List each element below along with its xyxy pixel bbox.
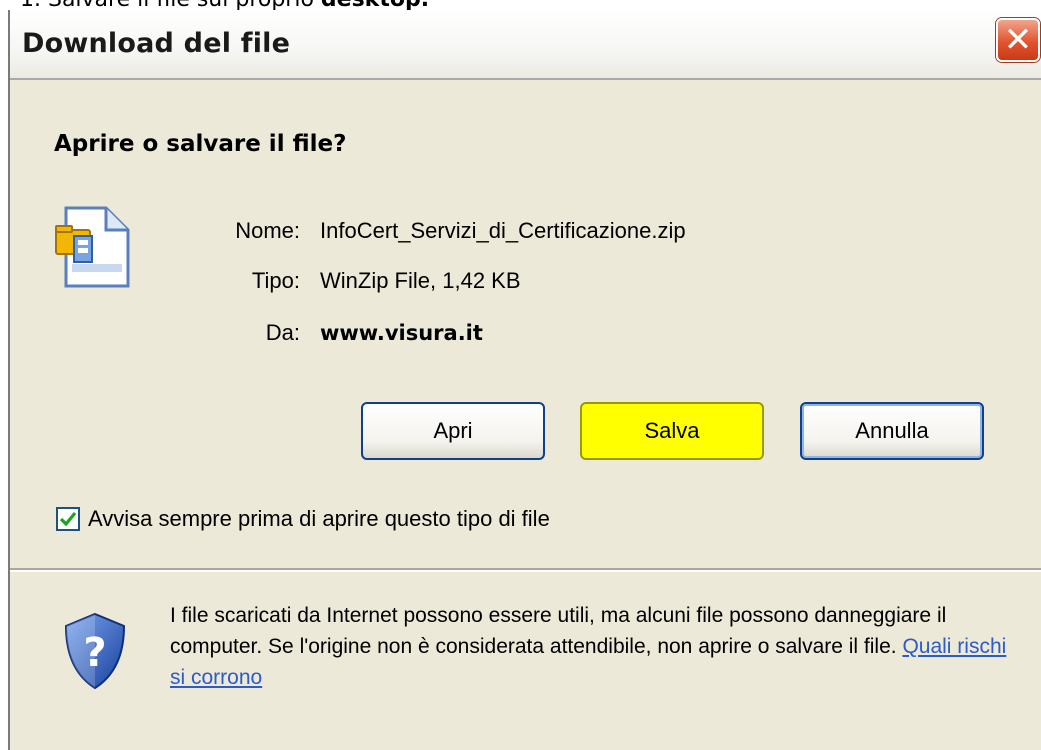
from-label: Da: <box>265 320 300 345</box>
warning-message: I file scaricati da Internet possono ess… <box>170 604 947 658</box>
warning-text: I file scaricati da Internet possono ess… <box>170 600 1020 693</box>
type-value: WinZip File, 1,42 KB <box>320 268 521 293</box>
dialog-title: Download del file <box>22 28 291 59</box>
name-value: InfoCert_Servizi_di_Certificazione.zip <box>320 218 686 243</box>
name-label: Nome: <box>235 218 300 243</box>
open-button[interactable]: Apri <box>361 402 545 460</box>
save-button[interactable]: Salva <box>580 402 764 460</box>
security-shield-icon: ? <box>64 612 126 690</box>
title-bar[interactable]: Download del file ✕ <box>10 10 1041 80</box>
always-ask-checkbox[interactable] <box>56 507 80 531</box>
type-label: Tipo: <box>251 268 300 293</box>
dialog-question: Aprire o salvare il file? <box>54 131 347 157</box>
svg-text:?: ? <box>83 630 106 676</box>
close-icon: ✕ <box>1003 20 1033 60</box>
from-value: www.visura.it <box>320 321 483 345</box>
close-button[interactable]: ✕ <box>996 18 1040 62</box>
separator <box>10 568 1041 572</box>
checkmark-icon <box>59 511 77 527</box>
cancel-button[interactable]: Annulla <box>800 402 984 460</box>
always-ask-label[interactable]: Avvisa sempre prima di aprire questo tip… <box>88 506 550 532</box>
download-dialog: Download del file ✕ Aprire o salvare il … <box>8 10 1041 750</box>
